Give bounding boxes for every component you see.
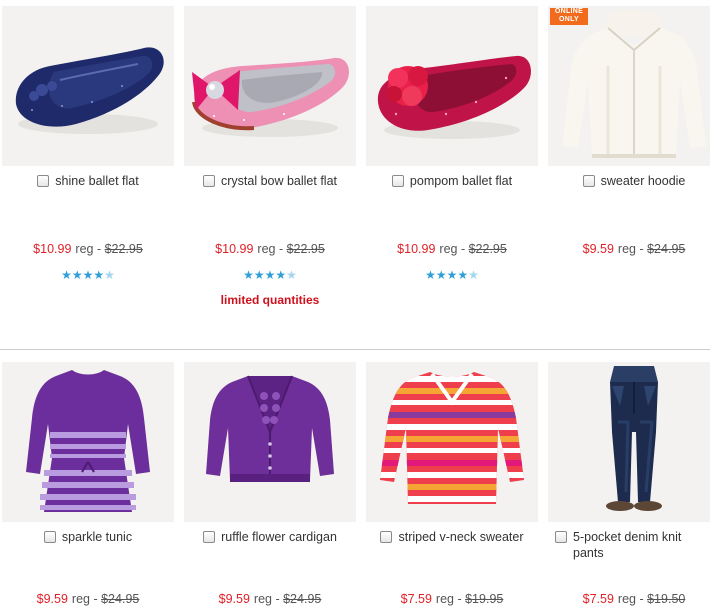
compare-checkbox[interactable]: [37, 175, 50, 187]
product-image[interactable]: [548, 362, 710, 522]
product-image[interactable]: [184, 362, 356, 522]
regular-price: $22.95: [286, 242, 325, 256]
row-divider: [0, 349, 710, 350]
rating-stars[interactable]: ★★★★★: [366, 268, 538, 282]
product-name[interactable]: striped v-neck sweater: [398, 529, 523, 545]
sale-price: $10.99: [215, 242, 254, 256]
product-name-row: pompom ballet flat: [366, 173, 538, 189]
price-line: $10.99 reg - $22.95: [184, 242, 356, 256]
star-icon: ★: [104, 268, 115, 282]
compare-checkbox[interactable]: [202, 175, 215, 187]
price-line: $10.99 reg - $22.95: [2, 242, 174, 256]
product-image[interactable]: [2, 362, 174, 522]
badge-line: ONLINE: [554, 8, 584, 15]
sale-price: $9.59: [582, 242, 614, 256]
star-icon: ★: [457, 268, 469, 282]
compare-checkbox[interactable]: [582, 175, 595, 187]
product-name[interactable]: shine ballet flat: [55, 173, 138, 189]
compare-checkbox[interactable]: [380, 531, 393, 543]
price-line: $9.59 reg - $24.95: [2, 592, 174, 606]
sale-price: $7.59: [400, 592, 432, 606]
sale-price: $7.59: [582, 592, 614, 606]
reg-label: reg -: [75, 242, 102, 256]
badge-line: ONLY: [558, 16, 579, 23]
star-icon: ★: [61, 268, 72, 282]
star-icon: ★: [82, 268, 94, 282]
price-line: $7.59 reg - $19.95: [366, 592, 538, 606]
price-line: $9.59 reg - $24.95: [184, 592, 356, 606]
compare-checkbox[interactable]: [203, 531, 216, 543]
product-name-row: crystal bow ballet flat: [184, 173, 356, 189]
product-name-row: sweater hoodie: [548, 173, 710, 189]
product-name-row: shine ballet flat: [2, 173, 174, 189]
price-line: $9.59 reg - $24.95: [548, 242, 710, 256]
product-name-row: striped v-neck sweater: [366, 529, 538, 545]
product-image[interactable]: [366, 362, 538, 522]
product-name-row: 5-pocket denim knit pants: [548, 529, 710, 561]
product-name[interactable]: pompom ballet flat: [410, 173, 512, 189]
sale-price: $9.59: [36, 592, 68, 606]
product-name[interactable]: sweater hoodie: [601, 173, 686, 189]
product-name[interactable]: crystal bow ballet flat: [221, 173, 337, 189]
rating-stars[interactable]: ★★★★★: [184, 268, 356, 282]
regular-price: $22.95: [104, 242, 143, 256]
rating-stars[interactable]: ★★★★★: [2, 268, 174, 282]
regular-price: $22.95: [468, 242, 507, 256]
star-icon: ★: [71, 268, 83, 282]
star-icon: ★: [264, 268, 276, 282]
compare-checkbox[interactable]: [391, 175, 404, 187]
regular-price: $19.50: [647, 592, 686, 606]
reg-label: reg -: [71, 592, 98, 606]
star-icon: ★: [286, 268, 297, 282]
reg-label: reg -: [439, 242, 466, 256]
regular-price: $24.95: [647, 242, 686, 256]
reg-label: reg -: [617, 592, 644, 606]
sale-price: $9.59: [218, 592, 250, 606]
star-icon: ★: [446, 268, 458, 282]
product-image[interactable]: [2, 6, 174, 166]
product-image[interactable]: ONLINE ONLY: [548, 6, 710, 166]
price-line: $10.99 reg - $22.95: [366, 242, 538, 256]
compare-checkbox[interactable]: [555, 531, 567, 543]
product-name[interactable]: 5-pocket denim knit pants: [573, 529, 710, 561]
price-line: $7.59 reg - $19.50: [548, 592, 710, 606]
star-icon: ★: [93, 268, 105, 282]
compare-checkbox[interactable]: [43, 531, 56, 543]
regular-price: $19.95: [465, 592, 504, 606]
sale-price: $10.99: [33, 242, 72, 256]
reg-label: reg -: [257, 242, 284, 256]
regular-price: $24.95: [283, 592, 322, 606]
star-icon: ★: [435, 268, 447, 282]
reg-label: reg -: [253, 592, 280, 606]
product-image[interactable]: [366, 6, 538, 166]
star-icon: ★: [253, 268, 265, 282]
star-icon: ★: [243, 268, 254, 282]
product-name[interactable]: ruffle flower cardigan: [221, 529, 337, 545]
star-icon: ★: [275, 268, 287, 282]
star-icon: ★: [468, 268, 479, 282]
sale-price: $10.99: [397, 242, 436, 256]
reg-label: reg -: [617, 242, 644, 256]
product-name[interactable]: sparkle tunic: [62, 529, 132, 545]
product-name-row: ruffle flower cardigan: [184, 529, 356, 545]
reg-label: reg -: [435, 592, 462, 606]
star-icon: ★: [425, 268, 436, 282]
product-name-row: sparkle tunic: [2, 529, 174, 545]
regular-price: $24.95: [101, 592, 140, 606]
online-only-badge: ONLINE ONLY: [550, 8, 588, 25]
product-image[interactable]: [184, 6, 356, 166]
limited-quantities-note: limited quantities: [220, 293, 320, 307]
